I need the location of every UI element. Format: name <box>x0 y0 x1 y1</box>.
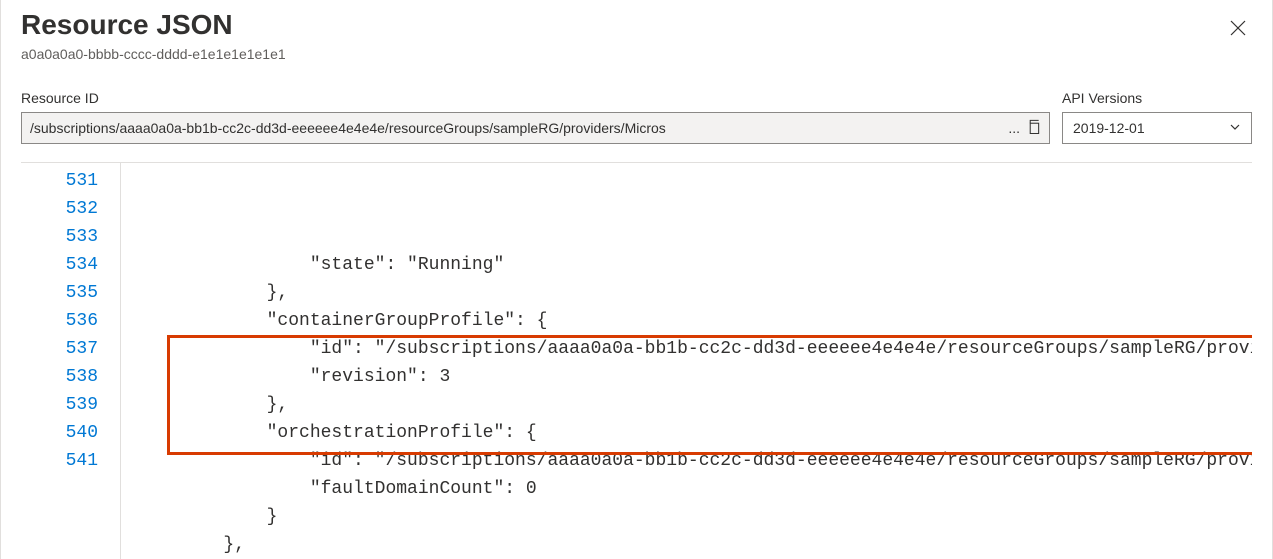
code-line: "state": "Running" <box>137 251 1252 279</box>
api-version-dropdown[interactable]: 2019-12-01 <box>1062 112 1252 144</box>
line-number: 533 <box>21 223 98 251</box>
code-line: "id": "/subscriptions/aaaa0a0a-bb1b-cc2c… <box>137 335 1252 363</box>
api-version-field: API Versions 2019-12-01 <box>1062 90 1252 144</box>
code-line: "containerGroupProfile": { <box>137 307 1252 335</box>
resource-id-input[interactable]: /subscriptions/aaaa0a0a-bb1b-cc2c-dd3d-e… <box>21 112 1050 144</box>
code-line: }, <box>137 391 1252 419</box>
copy-icon <box>1026 119 1041 134</box>
api-version-label: API Versions <box>1062 90 1252 106</box>
line-number: 539 <box>21 391 98 419</box>
copy-button[interactable] <box>1026 119 1041 137</box>
code-line: "id": "/subscriptions/aaaa0a0a-bb1b-cc2c… <box>137 447 1252 475</box>
resource-id-value: /subscriptions/aaaa0a0a-bb1b-cc2c-dd3d-e… <box>30 120 1002 136</box>
code-content[interactable]: "state": "Running" }, "containerGroupPro… <box>121 163 1252 559</box>
code-line: "orchestrationProfile": { <box>137 419 1252 447</box>
line-number: 534 <box>21 251 98 279</box>
api-version-value: 2019-12-01 <box>1073 120 1145 136</box>
line-number: 540 <box>21 419 98 447</box>
code-line: } <box>137 503 1252 531</box>
line-number: 538 <box>21 363 98 391</box>
code-line: "faultDomainCount": 0 <box>137 475 1252 503</box>
line-number: 537 <box>21 335 98 363</box>
code-editor: 531532533534535536537538539540541 "state… <box>21 162 1252 559</box>
line-number: 541 <box>21 447 98 475</box>
resource-id-field: Resource ID /subscriptions/aaaa0a0a-bb1b… <box>21 90 1050 144</box>
close-icon <box>1230 20 1246 36</box>
panel-title: Resource JSON <box>21 8 286 42</box>
code-line: }, <box>137 531 1252 559</box>
chevron-down-icon <box>1229 120 1241 136</box>
line-number: 531 <box>21 167 98 195</box>
panel-subtitle: a0a0a0a0-bbbb-cccc-dddd-e1e1e1e1e1e1 <box>21 46 286 62</box>
resource-id-label: Resource ID <box>21 90 1050 106</box>
close-button[interactable] <box>1224 14 1252 46</box>
line-number: 535 <box>21 279 98 307</box>
fields-row: Resource ID /subscriptions/aaaa0a0a-bb1b… <box>21 90 1252 144</box>
resource-id-ellipsis: ... <box>1008 120 1020 136</box>
code-line: "revision": 3 <box>137 363 1252 391</box>
line-gutter: 531532533534535536537538539540541 <box>21 163 121 559</box>
line-number: 536 <box>21 307 98 335</box>
line-number: 532 <box>21 195 98 223</box>
panel-header: Resource JSON a0a0a0a0-bbbb-cccc-dddd-e1… <box>21 8 1252 90</box>
code-line: }, <box>137 279 1252 307</box>
